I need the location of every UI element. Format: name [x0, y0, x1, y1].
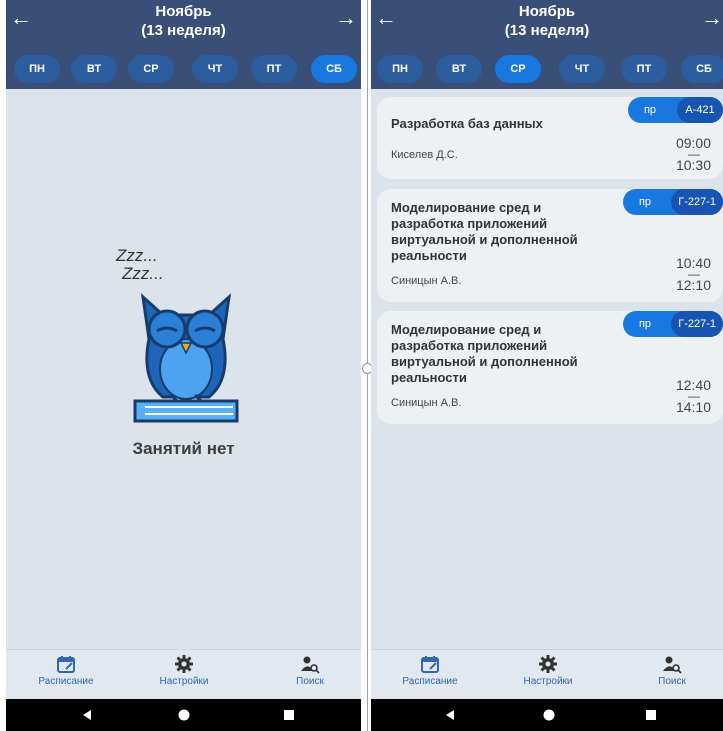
arrow-right-icon: → [701, 5, 723, 30]
lesson-room: Г-227-1 [671, 189, 723, 215]
bottom-navigation: Расписание Настройки Поиск [371, 649, 723, 699]
back-icon[interactable] [444, 709, 456, 721]
day-tab-thu[interactable]: ЧТ [559, 55, 605, 83]
lesson-card[interactable]: Моделирование сред и разработка приложен… [377, 311, 723, 424]
lesson-card[interactable]: Моделирование сред и разработка приложен… [377, 189, 723, 302]
day-selector: ПН ВТ СР ЧТ ПТ СБ [6, 55, 361, 85]
lesson-time: 10:40 — 12:10 [675, 255, 711, 293]
nav-settings[interactable]: Настройки [503, 654, 593, 687]
day-tab-wed[interactable]: СР [495, 55, 541, 83]
lesson-title: Моделирование сред и разработка приложен… [391, 200, 578, 263]
lesson-time: 09:00 — 10:30 [675, 135, 711, 173]
system-navigation-bar [371, 699, 723, 731]
day-tab-sat[interactable]: СБ [681, 55, 723, 83]
back-icon[interactable] [81, 709, 93, 721]
lesson-badge: пр А-421 [628, 97, 723, 123]
lesson-card[interactable]: Разработка баз данных Киселев Д.С. пр А-… [377, 97, 723, 179]
day-tab-fri[interactable]: ПТ [621, 55, 667, 83]
lesson-type: пр [638, 318, 652, 330]
arrow-right-icon: → [335, 5, 357, 30]
lesson-teacher: Синицын А.В. [391, 397, 462, 409]
zzz-text: Zzz... Zzz... [116, 246, 164, 283]
gear-icon [539, 655, 557, 673]
nav-schedule[interactable]: Расписание [21, 654, 111, 687]
empty-state: Zzz... Zzz... Занятий нет [6, 89, 361, 651]
lesson-room: А-421 [677, 97, 723, 123]
lesson-type: пр [638, 196, 652, 208]
nav-search[interactable]: Поиск [265, 654, 355, 687]
calendar-edit-icon [57, 656, 75, 673]
lesson-room: Г-227-1 [671, 311, 723, 337]
day-selector: ПН ВТ СР ЧТ ПТ СБ [371, 55, 723, 85]
nav-settings[interactable]: Настройки [139, 654, 229, 687]
lesson-badge: пр Г-227-1 [623, 189, 723, 215]
day-tab-tue[interactable]: ВТ [71, 55, 117, 83]
calendar-edit-icon [421, 656, 439, 673]
day-tab-mon[interactable]: ПН [14, 55, 60, 83]
week-title: (13 неделя) [504, 22, 590, 39]
gear-icon [175, 655, 193, 673]
week-title: (13 неделя) [141, 22, 226, 39]
left-app-window: ← Ноябрь (13 неделя) → ПН ВТ СР ЧТ ПТ СБ… [6, 0, 361, 731]
home-icon[interactable] [178, 709, 190, 721]
no-lessons-message: Занятий нет [132, 439, 235, 458]
next-week-button[interactable]: → [697, 6, 723, 30]
lesson-title: Моделирование сред и разработка приложен… [391, 322, 578, 385]
day-tab-fri[interactable]: ПТ [251, 55, 297, 83]
recents-icon[interactable] [283, 709, 295, 721]
split-screen: ← Ноябрь (13 неделя) → ПН ВТ СР ЧТ ПТ СБ… [0, 0, 723, 731]
lesson-type: пр [643, 104, 657, 116]
day-tab-mon[interactable]: ПН [377, 55, 423, 83]
person-search-icon [301, 656, 320, 674]
bottom-navigation: Расписание Настройки Поиск [6, 649, 361, 699]
day-tab-sat[interactable]: СБ [311, 55, 357, 83]
lesson-time: 12:40 — 14:10 [675, 377, 711, 415]
system-navigation-bar [6, 699, 361, 731]
sleeping-owl-icon [133, 293, 239, 423]
lesson-teacher: Киселев Д.С. [391, 149, 458, 161]
lesson-list: Разработка баз данных Киселев Д.С. пр А-… [371, 89, 723, 651]
schedule-header: ← Ноябрь (13 неделя) → ПН ВТ СР ЧТ ПТ СБ [6, 0, 361, 89]
lesson-badge: пр Г-227-1 [623, 311, 723, 337]
month-title: Ноябрь [518, 3, 576, 20]
next-week-button[interactable]: → [331, 6, 361, 30]
month-title: Ноябрь [155, 3, 212, 20]
lesson-teacher: Синицын А.В. [391, 275, 462, 287]
lesson-title: Разработка баз данных [391, 116, 543, 131]
day-tab-thu[interactable]: ЧТ [192, 55, 238, 83]
home-icon[interactable] [543, 709, 555, 721]
nav-search[interactable]: Поиск [627, 654, 717, 687]
right-app-window: ← Ноябрь (13 неделя) → ПН ВТ СР ЧТ ПТ СБ… [371, 0, 723, 731]
person-search-icon [663, 656, 682, 674]
schedule-header: ← Ноябрь (13 неделя) → ПН ВТ СР ЧТ ПТ СБ [371, 0, 723, 89]
day-tab-tue[interactable]: ВТ [436, 55, 482, 83]
day-tab-wed[interactable]: СР [128, 55, 174, 83]
recents-icon[interactable] [645, 709, 657, 721]
nav-schedule[interactable]: Расписание [385, 654, 475, 687]
